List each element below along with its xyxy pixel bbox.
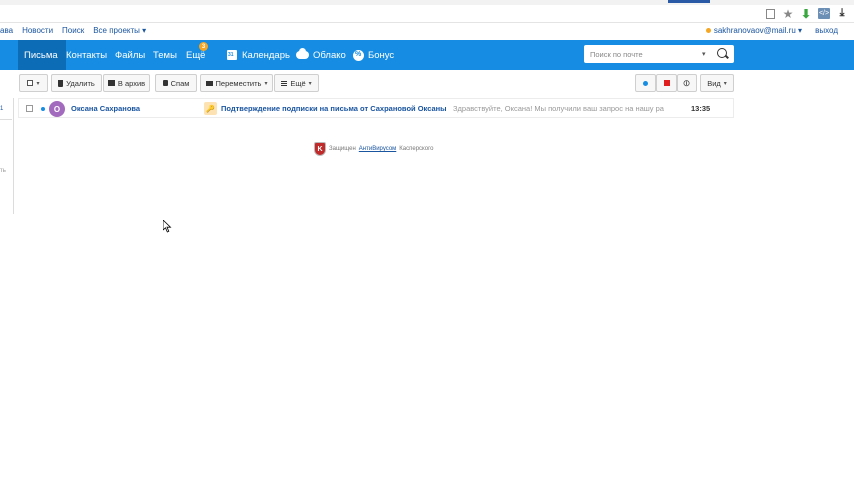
sender-avatar: О [49,101,65,117]
sidebar-divider [0,119,12,120]
downloads-icon[interactable]: ⤓ [836,7,848,20]
unread-dot-icon[interactable] [41,107,45,111]
spam-label: Спам [170,78,190,88]
checkbox-icon [27,80,34,86]
unread-dot-icon [643,80,648,86]
more-actions-button[interactable]: Ещё ▾ [274,74,319,92]
cloud-icon [296,48,309,59]
nav-tab-contacts-label: Контакты [66,49,108,61]
archive-icon [107,80,115,86]
menu-lines-icon [281,80,288,86]
user-status-dot [705,28,711,33]
mark-read-button[interactable] [635,74,656,92]
select-all-button[interactable]: ▾ [19,74,48,92]
search-options-chevron-icon[interactable]: ▾ [702,50,706,58]
nav-tab-more-label: Ещё [186,49,206,61]
more-actions-label: Ещё [290,78,306,88]
more-badge: 3 [199,42,208,51]
user-email[interactable]: sakhranovaov@mail.ru ▾ [714,26,802,35]
page-icon[interactable] [764,8,776,20]
chevron-down-icon: ▾ [36,80,40,87]
folder-icon [205,80,213,86]
nav-tab-mail[interactable]: Письма [18,40,66,70]
calendar-icon [227,50,237,60]
message-sender: Оксана Сахранова [71,104,141,113]
bookmark-star-icon[interactable]: ★ [782,7,794,21]
nav-tab-calendar-label: Календарь [242,49,290,61]
move-button[interactable]: Переместить ▾ [200,74,273,92]
nav-tab-calendar[interactable]: Календарь [227,40,290,70]
portal-link-news[interactable]: Новости [22,26,53,35]
trash-icon [58,79,64,87]
message-time: 13:35 [691,104,711,113]
paperclip-icon: ⊘ [680,76,693,89]
portal-menu: ава Новости Поиск Все проекты ▾ sakhrano… [0,23,854,39]
flag-button[interactable] [656,74,677,92]
antivirus-suffix: Касперского [399,146,434,152]
antivirus-notice: K Защищен АнтиВирусом Касперского [314,142,433,156]
nav-tab-cloud-label: Облако [313,49,346,61]
view-label: Вид [707,78,721,88]
browser-toolbar-icons: ★ ⬇ </> ⤓ [764,5,854,22]
move-label: Переместить [215,78,262,88]
kaspersky-shield-icon: K [314,142,326,156]
archive-button[interactable]: В архив [103,74,150,92]
folder-sidebar: 1 ть [0,98,14,214]
nav-tab-mail-label: Письма [24,49,58,61]
active-tab-indicator[interactable] [668,0,710,3]
nav-tab-files[interactable]: Файлы [115,40,145,70]
antivirus-link[interactable]: АнтиВирусом [359,146,397,152]
message-subject: Подтверждение подписки на письма от Сахр… [221,104,447,113]
extension-code-icon[interactable]: </> [818,8,830,19]
message-row[interactable]: О Оксана Сахранова 🔑 Подтверждение подпи… [18,98,734,118]
browser-address-bar[interactable] [0,5,854,23]
portal-link-search[interactable]: Поиск [62,26,84,35]
message-snippet: Здравствуйте, Оксана! Мы получили ваш за… [453,104,664,113]
nav-tab-themes-label: Темы [153,49,177,61]
sidebar-text-fragment[interactable]: ть [0,168,6,174]
inbox-count[interactable]: 1 [0,106,3,112]
nav-tab-themes[interactable]: Темы [153,40,177,70]
thumbs-down-icon [162,80,168,86]
bonus-icon [353,49,364,61]
chevron-down-icon: ▾ [264,80,268,87]
search-icon[interactable] [717,48,727,58]
mail-search: ▾ [584,45,734,63]
nav-tab-cloud[interactable]: Облако [296,40,346,70]
view-button[interactable]: Вид ▾ [700,74,734,92]
download-arrow-icon[interactable]: ⬇ [800,7,812,21]
portal-link-main[interactable]: ава [0,26,13,35]
archive-label: В архив [117,78,146,88]
portal-link-all-projects[interactable]: Все проекты ▾ [93,26,146,35]
delete-label: Удалить [66,78,95,88]
cursor-arrow-icon [163,220,172,233]
nav-tab-contacts[interactable]: Контакты [66,40,107,70]
search-input[interactable] [584,45,696,63]
user-menu[interactable]: sakhranovaov@mail.ru ▾ [705,26,802,35]
key-icon: 🔑 [204,102,217,115]
chevron-down-icon: ▾ [723,80,727,87]
spam-button[interactable]: Спам [155,74,197,92]
delete-button[interactable]: Удалить [51,74,102,92]
nav-tab-bonus-label: Бонус [368,49,395,61]
flag-icon [663,80,670,86]
chevron-down-icon: ▾ [308,80,312,87]
message-checkbox[interactable] [26,105,33,112]
logout-link[interactable]: выход [815,26,838,35]
attachment-filter-button[interactable]: ⊘ [677,74,697,92]
nav-tab-bonus[interactable]: Бонус [353,40,394,70]
antivirus-prefix: Защищен [329,146,356,152]
nav-tab-files-label: Файлы [115,49,146,61]
